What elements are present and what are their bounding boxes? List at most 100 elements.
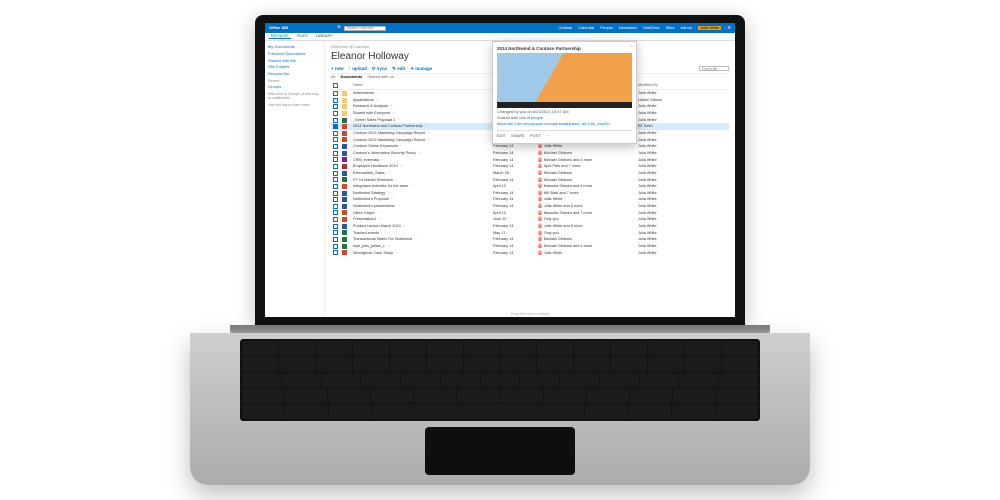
table-row[interactable]: Employee Handbook 2014···February 14⛽Apr… bbox=[331, 163, 729, 170]
hover-action-edit[interactable]: EDIT bbox=[497, 134, 506, 139]
file-name-cell[interactable]: FY 14 Market Research··· bbox=[351, 176, 491, 183]
file-name-cell[interactable]: wpb_jobs_juliaw_c··· bbox=[351, 243, 491, 250]
file-name-cell[interactable]: Presentation1··· bbox=[351, 216, 491, 223]
file-name-cell[interactable]: _Green Sales Proposal 2··· bbox=[351, 117, 491, 124]
sharing-cell[interactable]: ⛽Julia White and 6 more bbox=[536, 203, 636, 210]
file-name-cell[interactable]: Tracked-events··· bbox=[351, 230, 491, 237]
file-name-cell[interactable]: Contoso's Information Security Policy··· bbox=[351, 150, 491, 157]
hover-action-more[interactable]: ··· bbox=[546, 134, 550, 139]
table-row[interactable]: Product Launch March 2014···February 14⛽… bbox=[331, 223, 729, 230]
row-checkbox[interactable] bbox=[333, 210, 338, 215]
suite-link[interactable]: Newsfeed bbox=[619, 26, 637, 31]
nav-promo-link[interactable]: Use this link to learn more. bbox=[268, 103, 321, 107]
file-name-cell[interactable]: Northwind's Proposal··· bbox=[351, 196, 491, 203]
row-checkbox[interactable] bbox=[333, 111, 338, 116]
row-checkbox[interactable] bbox=[333, 250, 338, 255]
row-checkbox[interactable] bbox=[333, 244, 338, 249]
sharing-cell[interactable]: ⛽Michael Gibbons bbox=[536, 150, 636, 157]
row-checkbox[interactable] bbox=[333, 104, 338, 109]
sharing-cell[interactable]: ⛽Only you bbox=[536, 230, 636, 237]
row-checkbox[interactable] bbox=[333, 204, 338, 209]
ellipsis-icon[interactable]: ··· bbox=[375, 98, 379, 102]
file-name-cell[interactable]: Contoso 2014 Marketing Campaign Report··… bbox=[351, 137, 491, 144]
suite-link[interactable]: Calendar bbox=[578, 26, 594, 31]
edit-button[interactable]: ✎ edit bbox=[392, 66, 405, 71]
hover-action-post[interactable]: POST bbox=[530, 134, 541, 139]
ellipsis-icon[interactable]: ··· bbox=[425, 124, 429, 128]
file-name-cell[interactable]: Transactional Matrix For Northwind··· bbox=[351, 236, 491, 243]
ellipsis-icon[interactable]: ··· bbox=[400, 164, 404, 168]
table-row[interactable]: Contoso Online Expansion···February 14⛽J… bbox=[331, 143, 729, 150]
sharing-cell[interactable]: ⛽Michael Gibbons and 4 more bbox=[536, 243, 636, 250]
nav-item[interactable]: Site Folders bbox=[268, 65, 321, 70]
ellipsis-icon[interactable]: ··· bbox=[381, 231, 385, 235]
table-row[interactable]: Transactional Matrix For Northwind···Feb… bbox=[331, 236, 729, 243]
find-file-input[interactable] bbox=[699, 66, 729, 71]
file-name-cell[interactable]: Integration Activities for the team··· bbox=[351, 183, 491, 190]
ellipsis-icon[interactable]: ··· bbox=[387, 171, 391, 175]
ellipsis-icon[interactable]: ··· bbox=[397, 204, 401, 208]
sharing-cell[interactable]: ⛽MK Bath and 7 more bbox=[536, 190, 636, 197]
row-checkbox[interactable] bbox=[333, 171, 338, 176]
file-name-cell[interactable]: Externalinfo_Sales··· bbox=[351, 170, 491, 177]
row-checkbox[interactable] bbox=[333, 191, 338, 196]
search-input[interactable] bbox=[344, 26, 386, 31]
table-row[interactable]: Northwind's Proposal···February 14⛽Julia… bbox=[331, 196, 729, 203]
table-row[interactable]: Northwind's presentation···February 14⛽J… bbox=[331, 203, 729, 210]
row-checkbox[interactable] bbox=[333, 144, 338, 149]
row-checkbox[interactable] bbox=[333, 164, 338, 169]
row-checkbox[interactable] bbox=[333, 137, 338, 142]
manage-button[interactable]: ✦ manage bbox=[410, 66, 432, 71]
file-name-cell[interactable]: Applications··· bbox=[351, 97, 491, 104]
media-controls[interactable] bbox=[497, 102, 632, 108]
hover-card-shared-link[interactable]: lots of people bbox=[519, 115, 543, 120]
table-row[interactable]: FY 14 Market Research···February 14⛽Mich… bbox=[331, 176, 729, 183]
column-checkbox[interactable] bbox=[331, 82, 340, 90]
table-row[interactable]: wpb_jobs_juliaw_c···February 14⛽Michael … bbox=[331, 243, 729, 250]
user-chip[interactable]: Julia White bbox=[698, 26, 722, 31]
ribbon-tab-files[interactable]: FILES bbox=[295, 34, 310, 39]
ellipsis-icon[interactable]: ··· bbox=[403, 224, 407, 228]
upload-button[interactable]: ↑ upload bbox=[349, 66, 367, 71]
ellipsis-icon[interactable]: ··· bbox=[387, 244, 391, 248]
row-checkbox[interactable] bbox=[333, 98, 338, 103]
ellipsis-icon[interactable]: ··· bbox=[397, 118, 401, 122]
row-checkbox[interactable] bbox=[333, 118, 338, 123]
sharing-cell[interactable]: ⛽Michael Gibbons bbox=[536, 236, 636, 243]
table-row[interactable]: Woodgrove Case Study···February 14⛽Julia… bbox=[331, 250, 729, 257]
file-name-cell[interactable]: Research & Analysis··· bbox=[351, 103, 491, 110]
table-row[interactable]: Northwind Strategy···February 14⛽MK Bath… bbox=[331, 190, 729, 197]
nav-item[interactable]: Recycle Bin bbox=[268, 72, 321, 77]
table-row[interactable]: Externalinfo_Sales···March 28⛽Michael Gi… bbox=[331, 170, 729, 177]
ellipsis-icon[interactable]: ··· bbox=[400, 144, 404, 148]
suite-link[interactable]: Sites bbox=[666, 26, 675, 31]
sharing-cell[interactable]: ⛽Manuela Silveira and 7 more bbox=[536, 210, 636, 217]
nav-item[interactable]: Followed Documents bbox=[268, 52, 321, 57]
row-checkbox[interactable] bbox=[333, 217, 338, 222]
new-button[interactable]: + new bbox=[331, 66, 344, 71]
column-name[interactable]: Name bbox=[351, 82, 491, 90]
suite-link[interactable]: Admin bbox=[681, 26, 692, 31]
ellipsis-icon[interactable]: ··· bbox=[427, 138, 431, 142]
row-checkbox[interactable] bbox=[333, 91, 338, 96]
row-checkbox[interactable] bbox=[333, 124, 338, 129]
ellipsis-icon[interactable]: ··· bbox=[418, 151, 422, 155]
file-name-cell[interactable]: Employee Handbook 2014··· bbox=[351, 163, 491, 170]
file-name-cell[interactable]: Contoso Online Expansion··· bbox=[351, 143, 491, 150]
file-name-cell[interactable]: Attachments··· bbox=[351, 90, 491, 97]
row-checkbox[interactable] bbox=[333, 230, 338, 235]
file-name-cell[interactable]: Northwind's presentation··· bbox=[351, 203, 491, 210]
ribbon-tab-browse[interactable]: BROWSE bbox=[269, 34, 291, 40]
sync-button[interactable]: ⟳ sync bbox=[372, 66, 387, 71]
sharing-cell[interactable]: ⛽Julia White bbox=[536, 143, 636, 150]
table-row[interactable]: Tracked-events···May 17⛽Only youJulia Wh… bbox=[331, 230, 729, 237]
nav-item[interactable]: Groups bbox=[268, 85, 321, 90]
row-checkbox[interactable] bbox=[333, 151, 338, 156]
sharing-cell[interactable]: ⛽Julia White bbox=[536, 250, 636, 257]
sharing-cell[interactable]: ⛽Only you bbox=[536, 216, 636, 223]
gear-icon[interactable]: ⚙ bbox=[727, 26, 731, 31]
ellipsis-icon[interactable]: ··· bbox=[395, 178, 399, 182]
row-checkbox[interactable] bbox=[333, 224, 338, 229]
ellipsis-icon[interactable]: ··· bbox=[376, 211, 380, 215]
row-checkbox[interactable] bbox=[333, 131, 338, 136]
